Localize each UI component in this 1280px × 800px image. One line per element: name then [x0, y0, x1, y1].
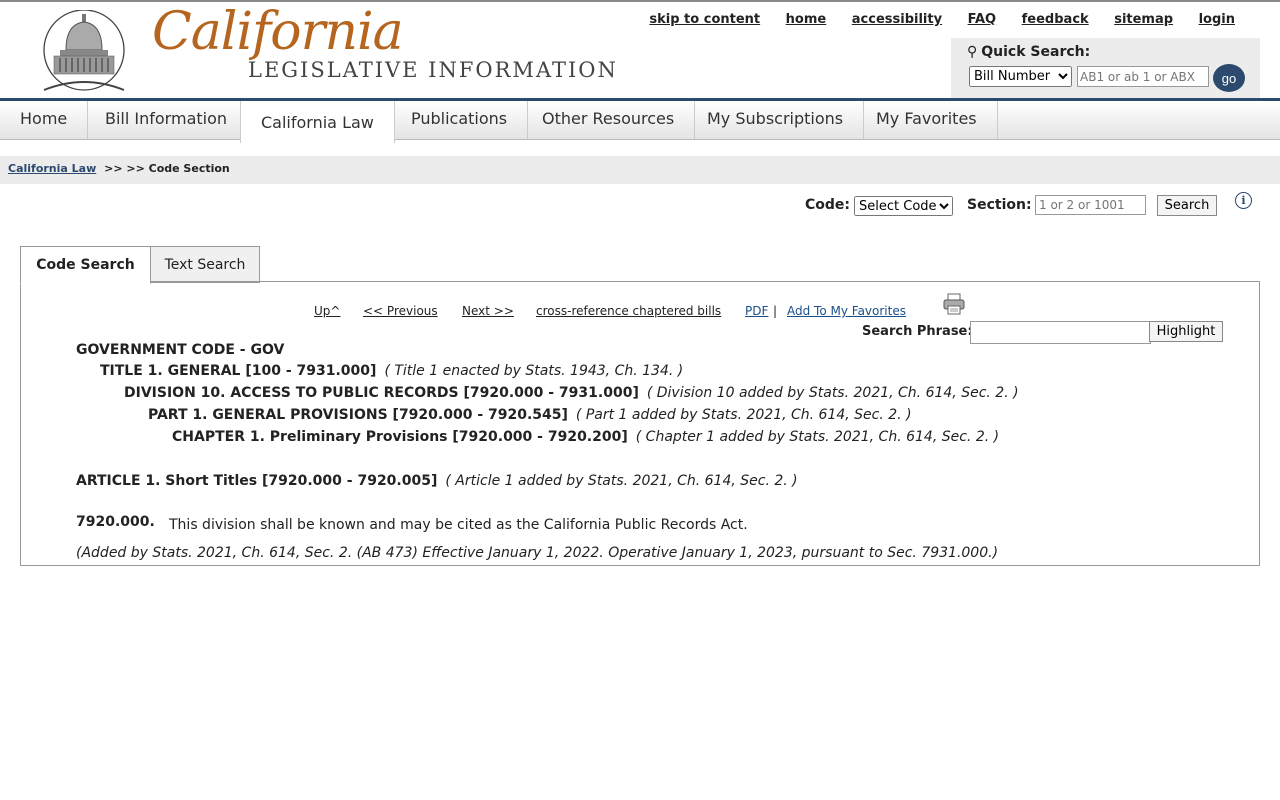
utility-links: skip to content home accessibility FAQ f… [628, 12, 1235, 27]
info-icon[interactable]: i [1235, 192, 1252, 209]
tab-code-search[interactable]: Code Search [20, 246, 151, 284]
nav-home[interactable]: Home [0, 101, 89, 139]
hierarchy-chapter[interactable]: CHAPTER 1. Preliminary Provisions [7920.… [172, 429, 999, 445]
section-input[interactable] [1035, 195, 1146, 215]
nav-separator: | [773, 304, 778, 318]
faq-link[interactable]: FAQ [968, 12, 997, 27]
accessibility-link[interactable]: accessibility [852, 12, 942, 27]
nav-bill-information[interactable]: Bill Information [85, 101, 249, 139]
quick-search-input[interactable] [1077, 66, 1209, 87]
search-icon: ⚲ [967, 44, 978, 60]
next-link[interactable]: Next >> [462, 304, 514, 318]
search-phrase-input[interactable] [970, 321, 1151, 344]
section-history: (Added by Stats. 2021, Ch. 614, Sec. 2. … [76, 545, 999, 561]
quick-search-title: Quick Search: [981, 44, 1091, 60]
section-label: Section: [967, 197, 1032, 213]
quick-search-box: ⚲Quick Search: Bill Number go [951, 38, 1260, 98]
highlight-button[interactable]: Highlight [1149, 321, 1223, 342]
search-phrase-label: Search Phrase: [862, 324, 973, 339]
code-label: Code: [805, 197, 851, 213]
hierarchy-division[interactable]: DIVISION 10. ACCESS TO PUBLIC RECORDS [7… [124, 385, 1019, 401]
quick-search-go-button[interactable]: go [1213, 64, 1245, 92]
sitemap-link[interactable]: sitemap [1114, 12, 1173, 27]
code-title: GOVERNMENT CODE - GOV [76, 342, 285, 358]
code-search-button[interactable]: Search [1157, 195, 1217, 216]
feedback-link[interactable]: feedback [1022, 12, 1089, 27]
nav-my-subscriptions[interactable]: My Subscriptions [687, 101, 865, 139]
pdf-link[interactable]: PDF [745, 304, 768, 318]
hierarchy-title[interactable]: TITLE 1. GENERAL [100 - 7931.000]( Title… [100, 363, 683, 379]
main-nav: Home Bill Information California Law Pub… [0, 98, 1280, 143]
capitol-dome-logo-icon[interactable] [40, 10, 128, 94]
hierarchy-part[interactable]: PART 1. GENERAL PROVISIONS [7920.000 - 7… [148, 407, 912, 423]
breadcrumb-current: >> >> Code Section [104, 162, 230, 175]
nav-california-law[interactable]: California Law [240, 101, 395, 143]
up-link[interactable]: Up^ [314, 304, 340, 318]
breadcrumb: California Law >> >> Code Section [0, 156, 1280, 184]
nav-publications[interactable]: Publications [391, 101, 529, 139]
section-number: 7920.000. [76, 514, 155, 530]
cross-reference-link[interactable]: cross-reference chaptered bills [536, 304, 721, 318]
login-link[interactable]: login [1199, 12, 1235, 27]
code-select[interactable]: Select Code [854, 196, 953, 216]
skip-to-content-link[interactable]: skip to content [649, 12, 760, 27]
add-to-favorites-link[interactable]: Add To My Favorites [787, 304, 906, 318]
home-link[interactable]: home [786, 12, 827, 27]
hierarchy-article[interactable]: ARTICLE 1. Short Titles [7920.000 - 7920… [76, 473, 798, 489]
logo-california[interactable]: California [152, 2, 404, 62]
nav-other-resources[interactable]: Other Resources [522, 101, 696, 139]
nav-my-favorites[interactable]: My Favorites [856, 101, 998, 139]
section-text: This division shall be known and may be … [169, 517, 748, 533]
site-header: California LEGISLATIVE INFORMATION skip … [0, 2, 1280, 98]
code-search-bar: Code: Select Code Section: Search i [0, 192, 1280, 220]
breadcrumb-california-law-link[interactable]: California Law [8, 162, 96, 175]
previous-link[interactable]: << Previous [363, 304, 438, 318]
printer-icon[interactable] [943, 293, 965, 315]
logo-subtitle[interactable]: LEGISLATIVE INFORMATION [248, 58, 618, 82]
code-section-panel: Up^ << Previous Next >> cross-reference … [20, 281, 1260, 566]
quick-search-type-select[interactable]: Bill Number [969, 66, 1072, 87]
tab-text-search[interactable]: Text Search [150, 246, 260, 283]
